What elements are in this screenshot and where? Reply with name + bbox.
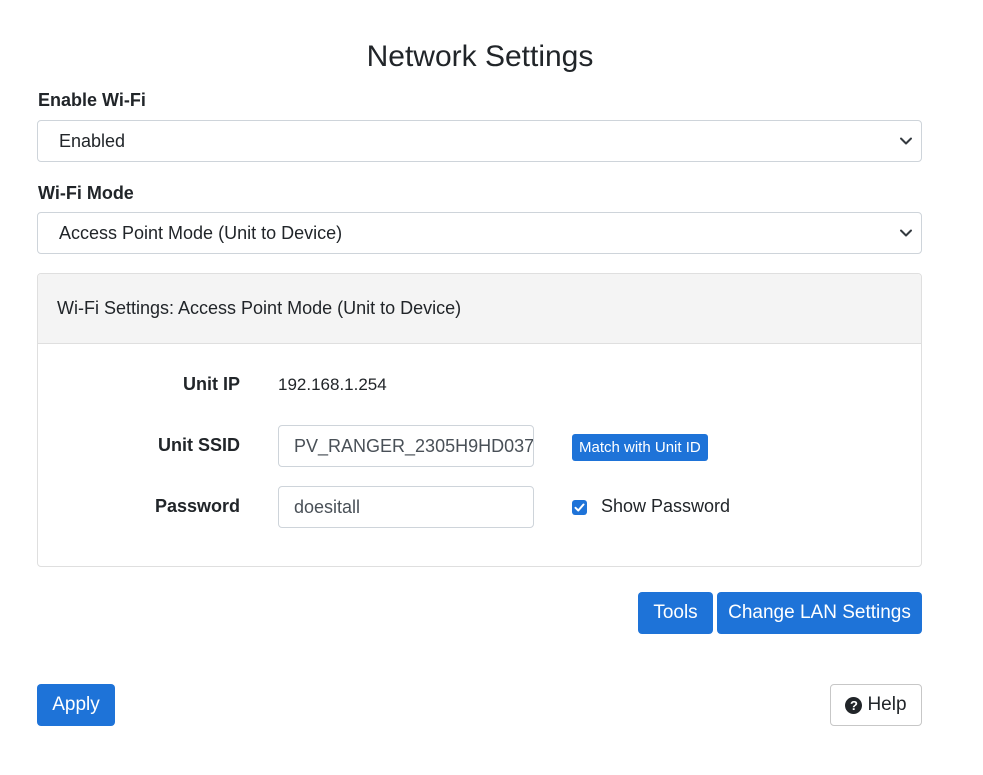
enable-wifi-label: Enable Wi-Fi [38,90,146,110]
password-input[interactable]: doesitall [278,486,534,528]
show-password-label[interactable]: Show Password [601,496,730,517]
enable-wifi-select[interactable]: Enabled [37,120,922,162]
password-label: Password [154,496,240,516]
page-title: Network Settings [366,40,594,73]
help-button-label: Help [867,694,907,715]
chevron-down-icon [900,229,912,237]
change-lan-settings-button[interactable]: Change LAN Settings [717,592,922,634]
wifi-mode-select[interactable]: Access Point Mode (Unit to Device) [37,212,922,254]
unit-ssid-label: Unit SSID [157,435,240,455]
tools-button[interactable]: Tools [638,592,713,634]
enable-wifi-selected-value: Enabled [59,130,126,151]
unit-ip-label: Unit IP [183,374,240,394]
checkmark-icon [574,503,585,512]
chevron-down-icon [900,137,912,145]
question-circle-icon: ? [845,696,863,714]
unit-ssid-input-value: PV_RANGER_2305H9HD0377 [294,435,534,456]
match-with-unit-id-button[interactable]: Match with Unit ID [572,434,708,461]
apply-button[interactable]: Apply [37,684,115,726]
unit-ssid-input[interactable]: PV_RANGER_2305H9HD0377 [278,425,534,467]
unit-ip-value: 192.168.1.254 [278,375,387,394]
wifi-mode-selected-value: Access Point Mode (Unit to Device) [59,222,343,243]
wifi-settings-card-header: Wi-Fi Settings: Access Point Mode (Unit … [38,274,921,344]
help-button[interactable]: ? Help [830,684,922,726]
password-input-value: doesitall [294,496,361,517]
network-settings-page: Network Settings Enable Wi-Fi Enabled Wi… [0,0,983,775]
show-password-checkbox[interactable] [572,500,587,515]
wifi-mode-label: Wi-Fi Mode [38,183,134,203]
